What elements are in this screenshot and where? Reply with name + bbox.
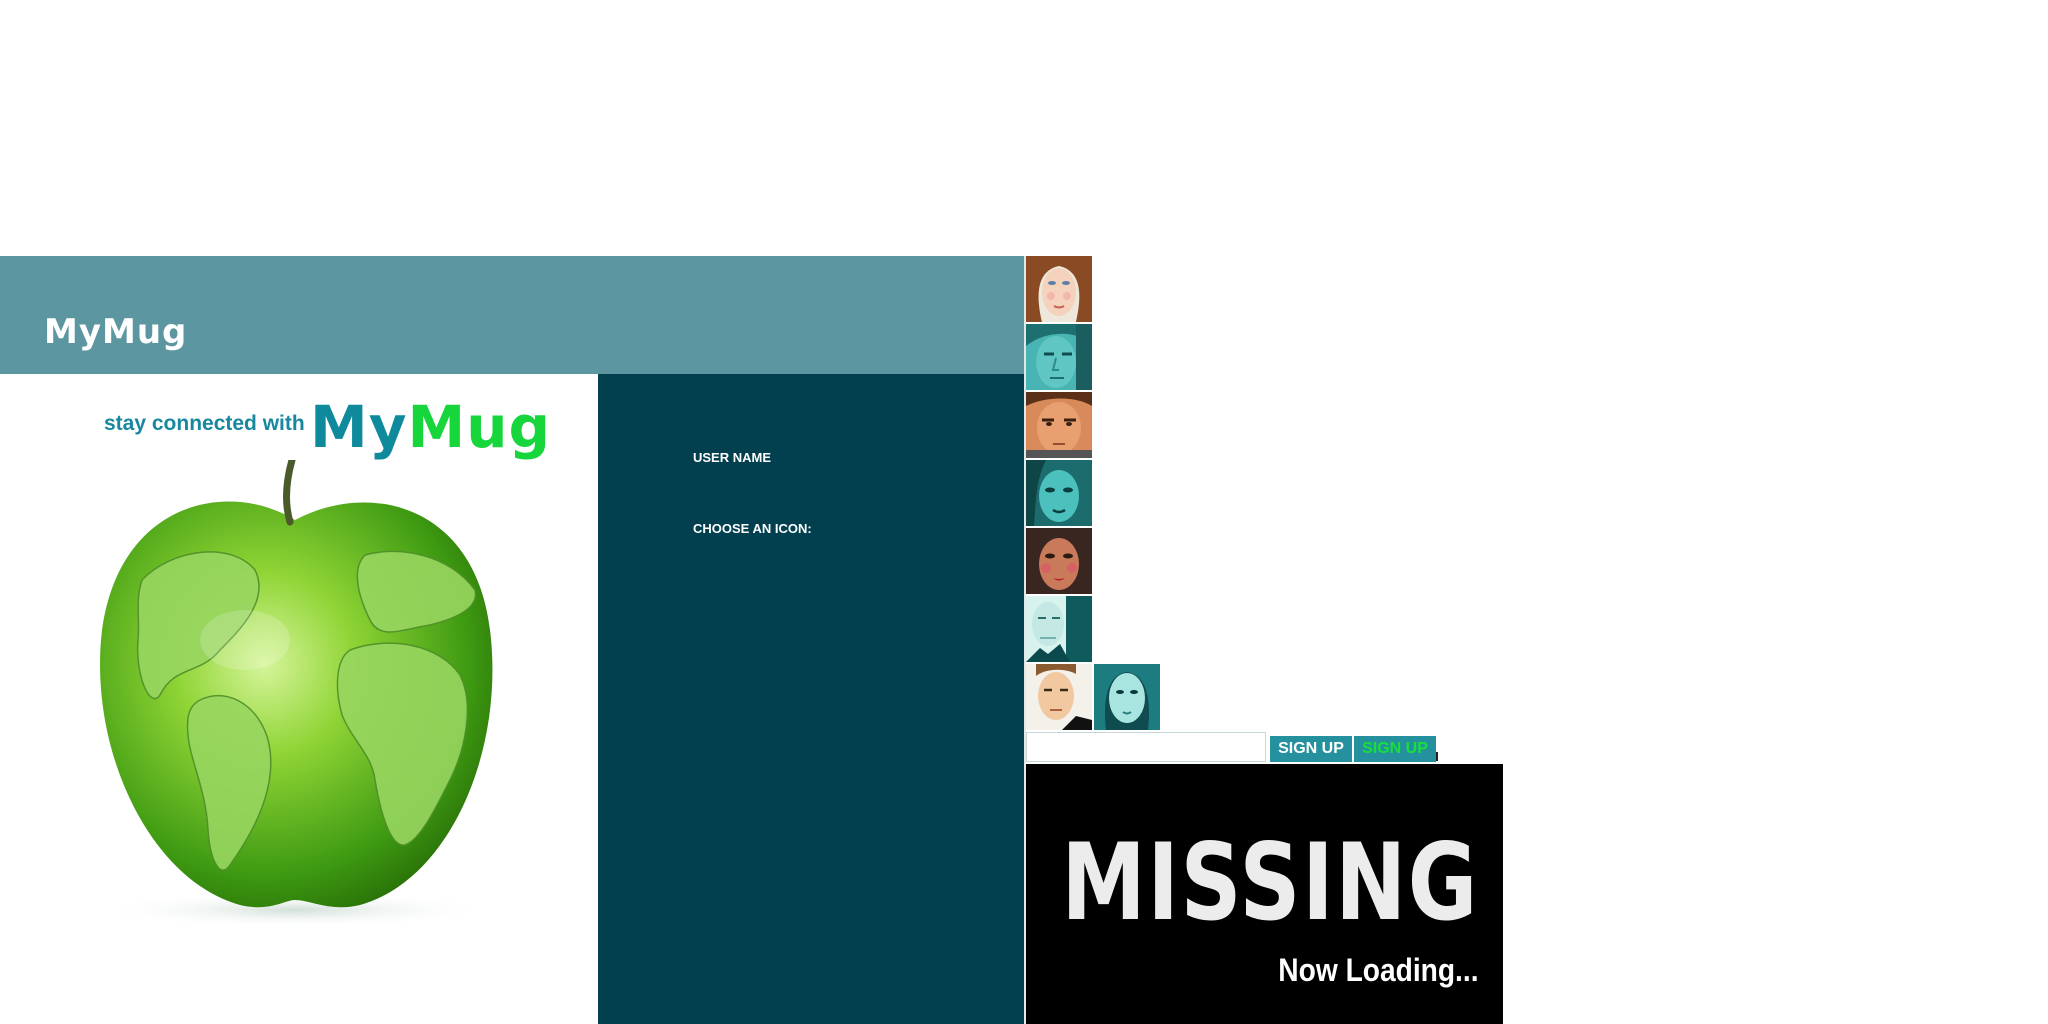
avatar-man-teal[interactable] <box>1026 324 1092 390</box>
brand-part-my: My <box>310 393 408 461</box>
username-label: USER NAME <box>693 450 772 465</box>
avatar-woman-teal-2[interactable] <box>1094 664 1160 730</box>
avatar-woman-darkhair[interactable] <box>1026 528 1092 594</box>
signup-form-panel <box>598 374 1024 1024</box>
loading-title: MISSING <box>1061 821 1479 944</box>
loading-subtitle: Now Loading... <box>1278 952 1479 988</box>
choose-icon-label: CHOOSE AN ICON: <box>693 521 812 536</box>
promo-tagline: stay connected with <box>104 412 305 435</box>
sign-up-button[interactable]: SIGN UP <box>1270 736 1352 762</box>
promo-brand-logo: MyMug <box>310 393 551 461</box>
avatar-man-tan[interactable] <box>1026 392 1092 458</box>
text-cursor <box>1436 752 1438 761</box>
loading-banner: MISSING Now Loading... <box>1026 764 1503 1024</box>
avatar-woman-teal[interactable] <box>1026 460 1092 526</box>
brand-part-mug: Mug <box>407 393 552 461</box>
username-input[interactable] <box>1026 732 1266 762</box>
avatar-man-light[interactable] <box>1026 664 1092 730</box>
avatar-woman-redhair[interactable] <box>1026 256 1092 322</box>
sign-up-button-hover[interactable]: SIGN UP <box>1354 736 1436 762</box>
globe-apple-image <box>95 460 495 928</box>
avatar-man-teal-suit[interactable] <box>1026 596 1092 662</box>
header-logo[interactable]: MyMug <box>44 312 187 352</box>
